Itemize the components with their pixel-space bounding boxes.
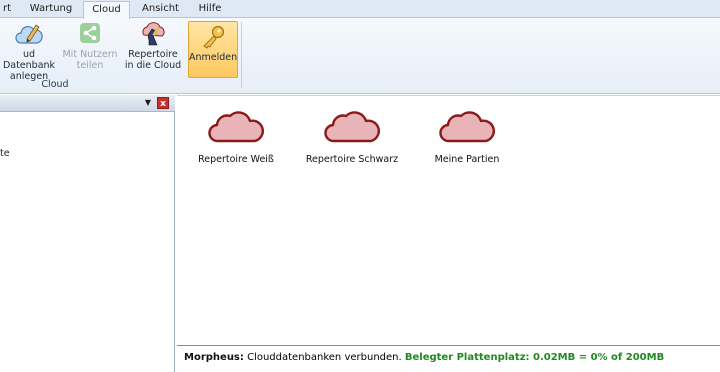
database-label: Meine Partien: [434, 154, 500, 165]
status-prefix: Morpheus:: [184, 352, 244, 363]
cloud-database-view: Repertoire Weiß Repertoire Schwarz Meine…: [177, 95, 720, 345]
tab-ansicht[interactable]: Ansicht: [138, 1, 183, 18]
share-label-2: teilen: [76, 60, 104, 71]
login-label: Anmelden: [189, 52, 238, 63]
disk-usage-text: Belegter Plattenplatz: 0.02MB = 0% of 20…: [404, 352, 665, 363]
database-label: Repertoire Schwarz: [305, 154, 399, 165]
tab-cloud[interactable]: Cloud: [83, 1, 130, 19]
tree-item[interactable]: te: [0, 148, 10, 159]
left-panel-header: ▼ x: [0, 95, 175, 112]
cloud-database-icon: [324, 111, 380, 143]
panel-dropdown-icon[interactable]: ▼: [143, 98, 153, 108]
ribbon-tab-strip: rt Wartung Cloud Ansicht Hilfe: [0, 0, 720, 19]
database-item-repertoire-black[interactable]: Repertoire Schwarz: [297, 110, 407, 165]
cloud-database-icon: [208, 111, 264, 143]
tab-start[interactable]: rt: [0, 1, 22, 18]
tab-hilfe[interactable]: Hilfe: [190, 1, 230, 18]
ribbon-group-separator: [241, 22, 242, 88]
share-icon: [76, 21, 104, 47]
database-item-repertoire-white[interactable]: Repertoire Weiß: [181, 110, 291, 165]
cloud-pencil-icon: [15, 21, 43, 47]
ribbon: ud Datenbank anlegen Mit Nutzern teilen …: [0, 18, 720, 94]
tab-wartung[interactable]: Wartung: [26, 1, 76, 18]
key-icon: [199, 24, 227, 50]
share-with-users-button[interactable]: Mit Nutzern teilen: [62, 21, 118, 77]
repertoire-label-1: Repertoire: [128, 49, 178, 60]
database-item-my-games[interactable]: Meine Partien: [412, 110, 522, 165]
repertoire-to-cloud-button[interactable]: Repertoire in die Cloud: [121, 21, 185, 77]
ribbon-group-label-cloud: Cloud: [41, 79, 69, 90]
create-cloud-database-button[interactable]: ud Datenbank anlegen: [0, 21, 61, 82]
login-button[interactable]: Anmelden: [188, 21, 238, 78]
share-label-1: Mit Nutzern: [62, 49, 118, 60]
database-label: Repertoire Weiß: [198, 154, 274, 165]
status-bar: Morpheus: Clouddatenbanken verbunden. Be…: [177, 345, 720, 372]
left-panel: ▼ x te: [0, 95, 175, 372]
panel-close-icon[interactable]: x: [157, 97, 169, 109]
status-message: Clouddatenbanken verbunden.: [247, 352, 402, 363]
repertoire-label-2: in die Cloud: [124, 60, 182, 71]
cloud-database-icon: [439, 111, 495, 143]
chess-knight-icon: [139, 21, 167, 47]
create-database-label-1: ud Datenbank: [2, 49, 56, 71]
